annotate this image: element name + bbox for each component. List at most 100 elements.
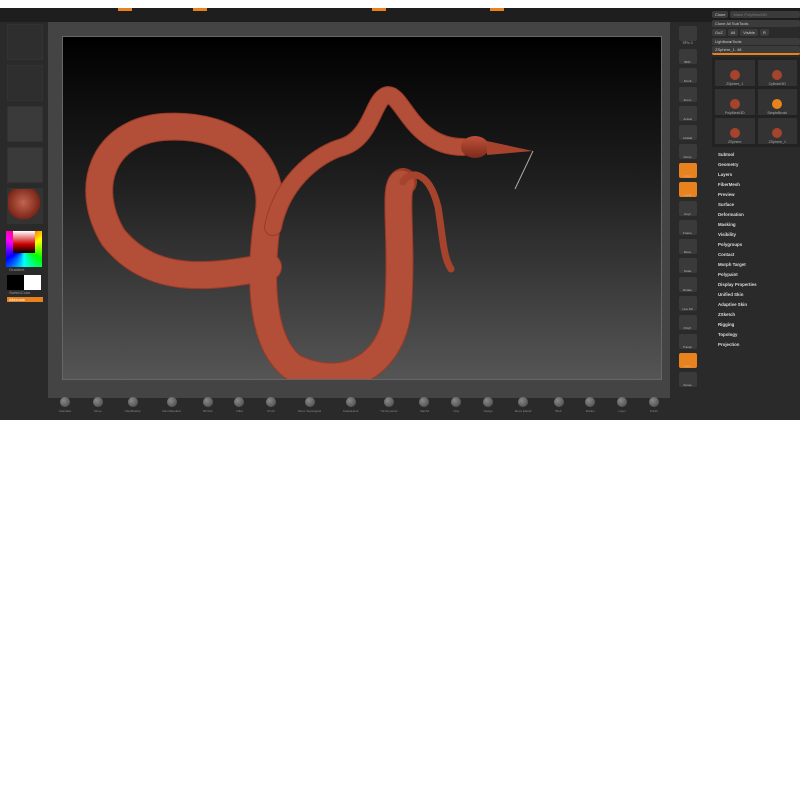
menu-deformation[interactable]: Deformation (712, 210, 800, 220)
menu-preview[interactable]: Preview (712, 190, 800, 200)
menu-rigging[interactable]: Rigging (712, 320, 800, 330)
switch-color[interactable] (7, 275, 44, 290)
menu-polygroups[interactable]: Polygroups (712, 240, 800, 250)
clone-all-subtools-button[interactable]: Clone All SubTools (712, 20, 800, 27)
tool-thumbnail[interactable]: ZSphere_1 (757, 118, 797, 144)
brush-icon (518, 397, 529, 407)
rotate-button[interactable]: Rotate (678, 277, 697, 292)
simplebrush-icon (772, 99, 783, 109)
persp-button[interactable]: Persp (678, 144, 697, 159)
brush-button[interactable]: Layer (617, 397, 628, 413)
brush-button[interactable]: Move (92, 397, 103, 413)
brush-button[interactable]: DamStandard (162, 397, 181, 413)
brush-button[interactable]: Move Elastic (515, 397, 532, 413)
local-button[interactable]: Local (678, 182, 697, 197)
move-button[interactable]: Move (678, 239, 697, 254)
brush-button[interactable]: Slash3 (419, 397, 430, 413)
actual-button[interactable]: Actual (678, 106, 697, 121)
menu-topology[interactable]: Topology (712, 330, 800, 340)
bpr-button[interactable]: BPR (678, 49, 697, 64)
scroll-button[interactable]: Scroll (678, 68, 697, 83)
menu-visibility[interactable]: Visibility (712, 230, 800, 240)
material-sphere[interactable] (7, 188, 43, 224)
aahalf-button[interactable]: AAHalf (678, 125, 697, 140)
brush-button[interactable]: Blob (553, 397, 564, 413)
menu-geometry[interactable]: Geometry (712, 160, 800, 170)
brush-icon (92, 397, 103, 407)
menu-contact[interactable]: Contact (712, 250, 800, 260)
visible-button[interactable]: Visible (740, 29, 758, 36)
canvas-viewport[interactable] (62, 36, 662, 391)
brush-icon (266, 397, 277, 407)
menu-layers[interactable]: Layers (712, 170, 800, 180)
menu-morph-target[interactable]: Morph Target (712, 260, 800, 270)
right-shelf: SPix 3 BPR Scroll Zoom Actual AAHalf Persp Flo… (675, 22, 700, 387)
goz-button[interactable]: GoZ (712, 29, 726, 36)
menu-polypaint[interactable]: Polypaint (712, 270, 800, 280)
gxyz-button[interactable]: Gxyz (678, 201, 697, 216)
brush-button[interactable]: Standard (59, 397, 71, 413)
tool-thumbnail[interactable]: ZSphere (715, 118, 755, 144)
tool-thumbnail[interactable]: PolyMesh3D (715, 89, 755, 115)
brush-icon (234, 397, 245, 407)
brush-button[interactable]: SnakeHook (343, 397, 358, 413)
brush-button[interactable]: Flatten (585, 397, 596, 413)
menu-projection[interactable]: Projection (712, 340, 800, 350)
brush-button[interactable]: Clay (451, 397, 462, 413)
brush-button[interactable]: Inflat (234, 397, 245, 413)
spix-slider[interactable]: SPix 3 (675, 41, 700, 45)
snake-tool-icon (772, 128, 783, 138)
stroke-picker[interactable] (7, 24, 43, 60)
transp-button[interactable]: Transp (678, 334, 697, 349)
brush-button[interactable]: Move Topological (298, 397, 321, 413)
menu-display-properties[interactable]: Display Properties (712, 280, 800, 290)
alternate-button[interactable]: Alternate (7, 297, 43, 302)
material-picker[interactable] (7, 147, 43, 183)
tool-thumbnail[interactable]: SimpleBrush (757, 89, 797, 115)
snake-head (461, 136, 489, 158)
floor-button[interactable]: Floor (678, 163, 697, 178)
top-bar (0, 8, 800, 22)
scale-button[interactable]: Scale (678, 258, 697, 273)
brush-button[interactable]: ClayBuildup (125, 397, 141, 413)
menu-masking[interactable]: Masking (712, 220, 800, 230)
brush-icon (419, 397, 430, 407)
bpr-button[interactable] (678, 26, 697, 41)
menu-unified-skin[interactable]: Unified Skin (712, 290, 800, 300)
r-button[interactable]: R (759, 29, 769, 36)
brush-button[interactable]: TrimDynamic (380, 397, 398, 413)
clone-button[interactable]: Clone (712, 11, 729, 18)
menu-fibermesh[interactable]: FiberMesh (712, 180, 800, 190)
menu-adaptive-skin[interactable]: Adaptive Skin (712, 300, 800, 310)
line-fill-button[interactable]: Line Fill (678, 296, 697, 311)
menu-zsketch[interactable]: ZSketch (712, 310, 800, 320)
polyf-button[interactable]: PolyF (678, 315, 697, 330)
all-button[interactable]: All (727, 29, 739, 36)
xpose-button[interactable]: Xpose (678, 372, 697, 387)
brush-button[interactable]: Polish (648, 397, 659, 413)
alpha-picker[interactable] (7, 65, 43, 101)
brush-button[interactable]: Nudge (483, 397, 493, 413)
texture-picker[interactable] (7, 106, 43, 142)
brush-icon (202, 397, 213, 407)
tool-thumbnail[interactable]: Cylinder3D (757, 60, 797, 86)
brush-icon (451, 397, 462, 407)
cylinder-icon (772, 70, 783, 80)
brush-button[interactable]: Pinch (266, 397, 277, 413)
brush-button[interactable]: hPolish (202, 397, 213, 413)
frame-button[interactable]: Frame (678, 220, 697, 235)
lightbox-tools-button[interactable]: Lightbox▸Tools (712, 38, 800, 45)
tool-thumbnail[interactable]: ZSphere_1 (715, 60, 755, 86)
color-picker[interactable] (6, 231, 42, 267)
left-tray: Gradient SwitchColor Alternate (4, 24, 44, 302)
zoom-button[interactable]: Zoom (678, 87, 697, 102)
brush-icon (127, 397, 138, 407)
brush-icon (59, 397, 70, 407)
brush-icon (585, 397, 596, 407)
solo-button[interactable]: Solo (678, 353, 697, 368)
menu-surface[interactable]: Surface (712, 200, 800, 210)
current-tool-slider[interactable]: ZSphere_1. 48 (712, 46, 800, 55)
brush-icon (166, 397, 177, 407)
make-polymesh-button[interactable]: Make PolyMesh3D (730, 11, 800, 18)
menu-subtool[interactable]: Subtool (712, 150, 800, 160)
